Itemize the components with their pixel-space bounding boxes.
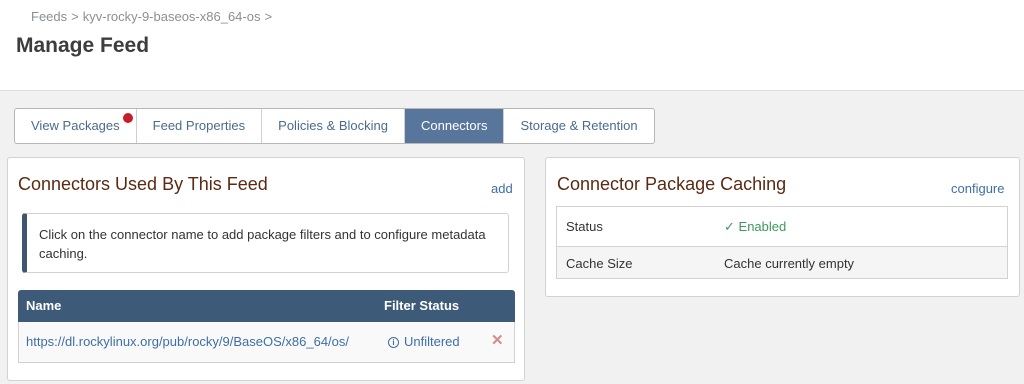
table-row: Status ✓ Enabled [557,207,1007,246]
tab-label: Connectors [420,118,488,133]
table-row: Cache Size Cache currently empty [557,246,1007,278]
page-header: Feeds > kyv-rocky-9-baseos-x86_64-os > Mana… [0,0,1024,91]
tab-label: Policies & Blocking [278,118,388,133]
table-row: https://dl.rockylinux.org/pub/rocky/9/Ba… [18,322,515,363]
remove-connector-icon[interactable]: ✕ [491,331,504,349]
filter-status-label: Unfiltered [404,334,460,349]
tab-label: View Packages [31,118,120,133]
notification-dot-icon [122,113,133,123]
connectors-panel: Connectors Used By This Feed add Click o… [7,157,525,381]
tab-label: Storage & Retention [520,118,638,133]
tab-storage-retention[interactable]: Storage & Retention [504,109,653,143]
breadcrumb-feed-link[interactable]: kyv-rocky-9-baseos-x86_64-os [83,9,261,24]
tab-label: Feed Properties [152,118,246,133]
caching-panel: Connector Package Caching configure Stat… [545,157,1020,297]
status-value: ✓ Enabled [724,219,786,235]
info-message: Click on the connector name to add packa… [22,213,509,273]
page-title: Manage Feed [16,34,150,57]
breadcrumb-feeds-link[interactable]: Feeds [31,9,67,24]
connector-name-link[interactable]: https://dl.rockylinux.org/pub/rocky/9/Ba… [26,334,349,349]
column-header-name: Name [26,298,62,313]
breadcrumb-separator: > [264,9,273,24]
breadcrumb-separator: > [71,9,79,24]
status-text: Enabled [738,219,787,234]
status-label: Status [566,219,603,234]
filter-status-link[interactable]: i Unfiltered [388,334,460,349]
add-connector-link[interactable]: add [491,181,513,196]
tab-feed-properties[interactable]: Feed Properties [137,109,263,143]
connectors-panel-title: Connectors Used By This Feed [18,174,268,194]
connectors-table: Name Filter Status https://dl.rockylinux… [18,290,515,363]
table-header: Name Filter Status [18,290,515,322]
cache-size-value: Cache currently empty [724,256,855,271]
cache-size-label: Cache Size [566,256,633,271]
caching-panel-title: Connector Package Caching [557,174,787,194]
info-icon: i [388,337,399,348]
tab-bar: View Packages Feed Properties Policies &… [14,108,655,144]
column-header-filter-status: Filter Status [384,298,460,313]
configure-link[interactable]: configure [951,181,1004,196]
tab-connectors[interactable]: Connectors [404,109,505,143]
caching-table: Status ✓ Enabled Cache Size Cache curren… [556,206,1008,279]
breadcrumb: Feeds > kyv-rocky-9-baseos-x86_64-os > [31,9,276,24]
tab-policies-blocking[interactable]: Policies & Blocking [262,109,405,143]
tab-view-packages[interactable]: View Packages [15,109,137,143]
check-icon: ✓ [724,219,735,234]
